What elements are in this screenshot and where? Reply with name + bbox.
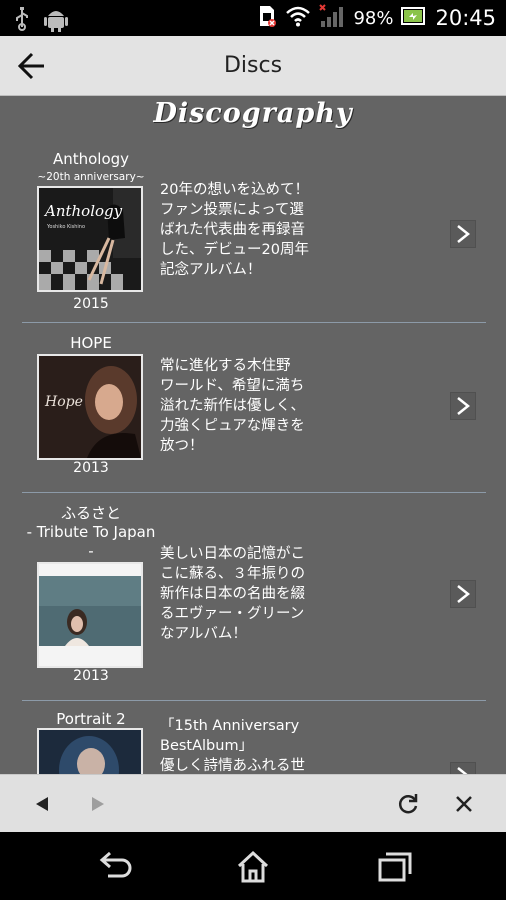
close-button[interactable] (450, 790, 478, 818)
signal-icon (319, 4, 345, 32)
system-navigation-bar (0, 832, 506, 900)
home-icon (237, 850, 269, 883)
triangle-right-icon (92, 797, 104, 811)
discography-heading: Discography (153, 98, 353, 129)
svg-text:Anthology: Anthology (43, 202, 123, 220)
browser-back-button[interactable] (28, 790, 56, 818)
disc-title: ふるさと - Tribute To Japan - (26, 504, 156, 560)
clock: 20:45 (435, 6, 496, 30)
page-title: Discs (223, 53, 283, 78)
nav-back-button[interactable] (92, 850, 136, 884)
disc-description: 常に進化する木住野 ワールド、希望に満ち 溢れた新作は優しく、 力強くピュアな輝… (160, 358, 305, 454)
svg-text:Hope: Hope (44, 394, 83, 410)
status-bar: 98% 20:45 (0, 0, 506, 36)
disc-cover-image: Hope (37, 354, 143, 460)
usb-icon (14, 7, 30, 35)
battery-charging-icon (401, 6, 427, 30)
nav-home-button[interactable] (231, 850, 275, 884)
svg-text:Yoshiko Kishino: Yoshiko Kishino (46, 224, 85, 230)
disc-year: 2013 (73, 460, 109, 476)
return-arrow-icon (99, 851, 132, 878)
disc-title: Portrait 2 (56, 710, 126, 728)
disc-item-hope[interactable]: HOPE Hope 2013 常に進化する木住野 ワールド、希望に満ち 溢れた新… (22, 334, 486, 484)
discography-list: Discography Anthology ~20th anniversary~… (0, 96, 506, 774)
browser-toolbar (0, 774, 506, 832)
recent-apps-icon (378, 852, 412, 882)
divider (22, 322, 486, 323)
refresh-icon (398, 794, 418, 814)
disc-description: 20年の想いを込めて！ ファン投票によって選 ばれた代表曲を再録音 した、デビュ… (160, 182, 309, 278)
chevron-right-icon[interactable] (450, 580, 476, 608)
reload-button[interactable] (394, 790, 422, 818)
disc-title: Anthology (52, 150, 130, 168)
disc-year: 2015 (73, 296, 109, 312)
triangle-left-icon (36, 797, 48, 811)
chevron-right-icon[interactable] (450, 762, 476, 774)
sim-card-icon (257, 4, 277, 32)
wifi-icon (285, 5, 311, 31)
disc-description: 「15th Anniversary BestAlbum」 優しく詩情あふれる世 (160, 718, 305, 774)
disc-cover-image: Anthology Yoshiko Kishino (37, 186, 143, 292)
action-bar: Discs (0, 36, 506, 96)
disc-description: 美しい日本の記憶がこ こに蘇る、３年振りの 新作は日本の名曲を綴 るエヴァー・グ… (160, 546, 305, 642)
chevron-right-icon[interactable] (450, 392, 476, 420)
disc-title: HOPE (70, 334, 112, 352)
android-debug-icon (44, 6, 68, 36)
nav-recent-apps-button[interactable] (372, 850, 416, 884)
disc-item-furusato[interactable]: ふるさと - Tribute To Japan - 2013 美しい日本の記憶が… (22, 504, 486, 694)
divider (22, 492, 486, 493)
divider (22, 700, 486, 701)
disc-item-anthology[interactable]: Anthology ~20th anniversary~ Anthology Y… (22, 148, 486, 324)
browser-forward-button[interactable] (84, 790, 112, 818)
disc-subtitle: ~20th anniversary~ (37, 171, 145, 183)
chevron-right-icon[interactable] (450, 220, 476, 248)
disc-item-portrait-2[interactable]: Portrait 2 「15th Anniversary BestAlbum」 … (22, 708, 486, 774)
disc-cover-image (37, 562, 143, 668)
disc-cover-image (37, 728, 143, 774)
close-icon (456, 796, 472, 812)
disc-year: 2013 (73, 668, 109, 684)
battery-percent: 98% (353, 7, 394, 29)
